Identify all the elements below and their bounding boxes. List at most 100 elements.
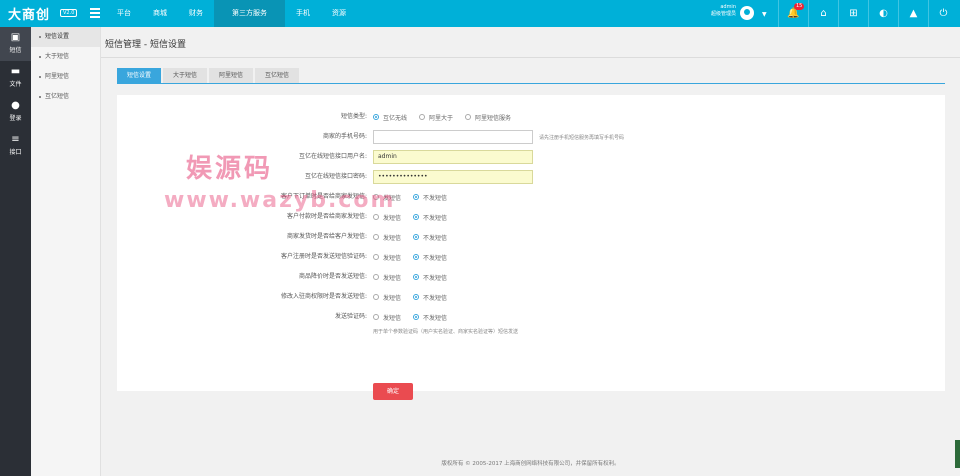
- field-label: 修改入驻商权限时是否发送短信:: [280, 293, 367, 300]
- user-role: 超级管理员: [710, 11, 736, 17]
- radio-no-send[interactable]: 不发短信: [413, 293, 447, 302]
- field-label: 客户注册时是否发送短信验证码:: [280, 253, 367, 260]
- tab-dayu[interactable]: 大于短信: [163, 68, 208, 83]
- sms-icon: ▣: [10, 32, 21, 43]
- field-label: 发送验证码:: [334, 313, 367, 320]
- form-row-toggle: 发送验证码: 发短信 不发短信: [117, 310, 945, 324]
- top-nav-finance[interactable]: 财务: [178, 0, 214, 27]
- radio-icon: [413, 214, 420, 220]
- field-label: 短信类型:: [340, 113, 367, 120]
- radio-send[interactable]: 发短信: [373, 293, 401, 302]
- merchant-phone-input[interactable]: [373, 130, 533, 144]
- radio-label: 不发短信: [423, 254, 448, 262]
- radio-label: 阿里短信服务: [475, 114, 512, 122]
- settings-form: 短信类型: 互亿无线 阿里大于 阿里短信服务 商家的手机号码: 请先注册手机短信…: [117, 95, 945, 400]
- rail-label: 短信: [9, 47, 22, 54]
- top-nav-platform[interactable]: 平台: [106, 0, 142, 27]
- radio-send[interactable]: 发短信: [373, 273, 401, 282]
- radio-no-send[interactable]: 不发短信: [413, 213, 447, 222]
- sub-item-sms-settings[interactable]: 短信设置: [31, 27, 100, 47]
- radio-send[interactable]: 发短信: [373, 253, 401, 262]
- radio-icon: [373, 254, 379, 260]
- top-nav-resources[interactable]: 资源: [321, 0, 357, 27]
- top-nav-third-party[interactable]: 第三方服务: [214, 0, 285, 27]
- rail-label: 接口: [9, 149, 22, 156]
- page-title: 短信管理 - 短信设置: [105, 40, 186, 50]
- radio-icon: [413, 314, 420, 320]
- password-input[interactable]: ••••••••••••••: [373, 170, 533, 184]
- radio-huyi[interactable]: 互亿无线: [373, 113, 407, 122]
- menu-toggle-icon[interactable]: [90, 8, 100, 18]
- notification-badge: 15: [794, 3, 805, 10]
- scrollbar-handle[interactable]: [955, 440, 960, 468]
- bullet-icon: [39, 35, 41, 38]
- radio-no-send[interactable]: 不发短信: [413, 313, 447, 322]
- divider: [101, 57, 960, 58]
- sub-item-huyi[interactable]: 互亿短信: [31, 87, 100, 107]
- form-row-toggle: 商品降价时是否发送短信: 发短信 不发短信: [117, 270, 945, 284]
- footer: 版权所有 © 2005-2017 上海商创网络科技有限公司，并保留所有权利。: [441, 461, 620, 467]
- bullet-icon: [39, 55, 41, 58]
- form-row-merchant-phone: 商家的手机号码: 请先注册手机短信服务再填写手机号码: [117, 130, 945, 144]
- radio-icon: [373, 234, 379, 240]
- icon-rail: ▣ 短信 ▬ 文件 ● 登录 ≡ 接口: [0, 27, 31, 476]
- username-input[interactable]: admin: [373, 150, 533, 164]
- folder-icon: ▬: [10, 66, 21, 77]
- sitemap-icon[interactable]: ⊞: [838, 0, 868, 27]
- radio-no-send[interactable]: 不发短信: [413, 233, 447, 242]
- form-row-toggle: 客户注册时是否发送短信验证码: 发短信 不发短信: [117, 250, 945, 264]
- field-label: 商品降价时是否发送短信:: [298, 273, 367, 280]
- radio-aliyun[interactable]: 阿里短信服务: [465, 113, 511, 122]
- radio-no-send[interactable]: 不发短信: [413, 253, 447, 262]
- user-info[interactable]: admin 超级管理员: [700, 4, 736, 18]
- users-icon: ●: [11, 100, 20, 111]
- radio-label: 互亿无线: [383, 114, 408, 122]
- top-icons: 🔔 15 ⌂ ⊞ ◐ ▲ ⏻: [778, 0, 958, 27]
- radio-label: 不发短信: [423, 194, 448, 202]
- radio-no-send[interactable]: 不发短信: [413, 193, 447, 202]
- top-bar: 大商创 V2.0 平台 商城 财务 第三方服务 手机 资源 admin 超级管理…: [0, 0, 960, 27]
- user-name: admin: [720, 4, 736, 10]
- sliders-icon: ≡: [11, 134, 20, 145]
- palette-icon[interactable]: ◐: [868, 0, 898, 27]
- top-nav-mall[interactable]: 商城: [142, 0, 178, 27]
- power-icon[interactable]: ⏻: [928, 0, 958, 27]
- radio-label: 不发短信: [423, 274, 448, 282]
- radio-send[interactable]: 发短信: [373, 213, 401, 222]
- rail-item-login[interactable]: ● 登录: [0, 95, 31, 129]
- radio-icon: [373, 214, 379, 220]
- submit-button[interactable]: 确定: [373, 383, 413, 400]
- sub-item-label: 大于短信: [45, 53, 70, 60]
- home-icon[interactable]: ⌂: [808, 0, 838, 27]
- radio-dayu[interactable]: 阿里大于: [419, 113, 453, 122]
- radio-no-send[interactable]: 不发短信: [413, 273, 447, 282]
- bell-icon[interactable]: 🔔 15: [778, 0, 808, 27]
- tab-huyi[interactable]: 互亿短信: [255, 68, 300, 83]
- radio-icon: [419, 114, 426, 120]
- avatar[interactable]: [740, 6, 754, 20]
- top-nav-mobile[interactable]: 手机: [285, 0, 321, 27]
- tab-aliyun[interactable]: 阿里短信: [209, 68, 254, 83]
- radio-send[interactable]: 发短信: [373, 313, 401, 322]
- rail-label: 文件: [9, 81, 22, 88]
- sub-item-dayu[interactable]: 大于短信: [31, 47, 100, 67]
- radio-icon: [413, 234, 420, 240]
- rail-item-files[interactable]: ▬ 文件: [0, 61, 31, 95]
- radio-icon: [373, 274, 379, 280]
- chevron-down-icon[interactable]: ▼: [762, 11, 767, 18]
- user-icon[interactable]: ▲: [898, 0, 928, 27]
- field-hint: 请先注册手机短信服务再填写手机号码: [539, 134, 625, 141]
- sub-item-aliyun[interactable]: 阿里短信: [31, 67, 100, 87]
- tab-sms-settings[interactable]: 短信设置: [117, 68, 162, 83]
- top-nav: 平台 商城 财务 第三方服务 手机 资源: [106, 0, 357, 27]
- watermark-url: www.wazyb.com: [164, 188, 396, 213]
- radio-icon: [413, 254, 420, 260]
- rail-item-sms[interactable]: ▣ 短信: [0, 27, 31, 61]
- rail-item-api[interactable]: ≡ 接口: [0, 129, 31, 163]
- logo[interactable]: 大商创: [8, 4, 50, 23]
- radio-send[interactable]: 发短信: [373, 233, 401, 242]
- field-label: 商家的手机号码:: [322, 133, 367, 140]
- rail-label: 登录: [9, 115, 22, 122]
- sub-item-label: 短信设置: [45, 33, 70, 40]
- form-row-toggle: 商家发货时是否给客户发短信: 发短信 不发短信: [117, 230, 945, 244]
